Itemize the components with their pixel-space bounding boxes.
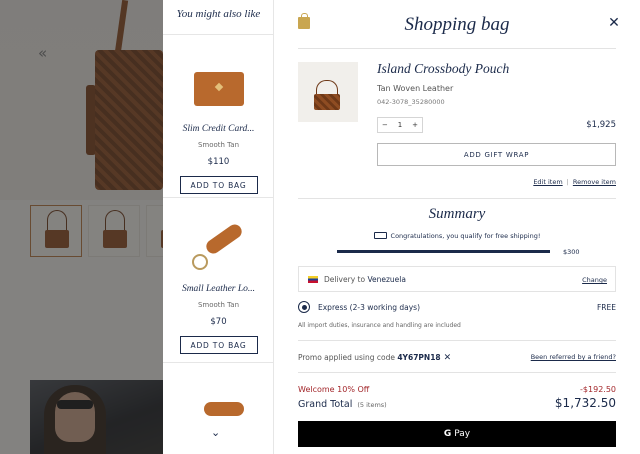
close-icon[interactable]: ✕ [608,16,620,30]
product-material: Smooth Tan [197,301,240,309]
promo-code: 4Y67PN18 [397,353,441,362]
delivery-country-row: Delivery to Venezuela Change [298,266,616,292]
bag-item-price: $1,925 [586,120,616,130]
chevron-down-icon[interactable]: ⌄ [211,426,220,439]
product-image-key-fob[interactable] [184,218,254,278]
divider [298,340,616,341]
promo-row: Promo applied using code 4Y67PN18 ✕ [298,353,452,363]
shipping-threshold: $300 [563,248,580,256]
recommendations-panel: You might also like Slim Credit Card... … [163,0,274,454]
recommendation-card[interactable]: Small Leather Lo... Smooth Tan $70 ADD T… [163,218,274,354]
shipping-method[interactable]: Express (2-3 working days) [318,303,420,312]
divider [163,34,274,35]
remove-promo-icon[interactable]: ✕ [444,353,452,363]
remove-item-link[interactable]: Remove item [573,178,616,186]
add-to-bag-button[interactable]: ADD TO BAG [179,176,258,194]
google-g-logo: G [443,429,452,439]
quantity-value: 1 [397,121,403,129]
bag-item-name[interactable]: Island Crossbody Pouch [377,61,509,77]
quantity-stepper[interactable]: − 1 + [377,117,423,133]
recommendation-card[interactable] [163,398,274,418]
divider [298,198,616,199]
summary-title: Summary [428,206,486,222]
duties-note: All import duties, insurance and handlin… [298,322,461,329]
delivery-prefix: Delivery to [324,275,366,284]
truck-icon [373,232,387,239]
recommendations-heading: You might also like [176,8,261,20]
divider [298,48,616,49]
product-price: $70 [210,317,227,327]
product-name[interactable]: Small Leather Lo... [163,284,274,294]
change-country-link[interactable]: Change [582,276,607,284]
venezuela-flag-icon [308,276,318,283]
add-gift-wrap-button[interactable]: ADD GIFT WRAP [377,143,616,166]
modal-overlay[interactable] [0,0,163,454]
free-shipping-note: Congratulations, you qualify for free sh… [274,232,640,240]
product-material: Smooth Tan [197,141,240,149]
divider [163,362,274,363]
referral-link[interactable]: Been referred by a friend? [514,353,616,361]
grand-total-amount: $1,732.50 [554,396,616,410]
discount-amount: -$192.50 [580,385,616,394]
delivery-country: Venezuela [367,275,406,284]
shopping-bag-panel: Shopping bag ✕ Island Crossbody Pouch Ta… [274,0,640,454]
product-image-pouch[interactable] [184,398,254,418]
discount-label: Welcome 10% Off [298,385,370,394]
shipping-cost: FREE [596,303,616,312]
product-name[interactable]: Slim Credit Card... [163,124,274,134]
bag-item-image[interactable] [298,62,358,122]
product-image-card-holder[interactable] [184,58,254,118]
add-to-bag-button[interactable]: ADD TO BAG [179,336,258,354]
item-count: (5 items) [357,401,387,409]
divider [163,197,274,198]
shipping-progress-fill [337,250,550,253]
google-pay-button[interactable]: G Pay [298,421,616,447]
item-actions: Edit item | Remove item [533,178,616,186]
divider [298,372,616,373]
radio-selected-icon[interactable] [298,301,310,313]
bag-title: Shopping bag [404,14,510,35]
shipping-progress-bar [337,250,550,253]
product-price: $110 [207,157,230,167]
recommendation-card[interactable]: Slim Credit Card... Smooth Tan $110 ADD … [163,58,274,194]
decrease-button[interactable]: − [382,121,388,129]
increase-button[interactable]: + [412,121,418,129]
grand-total-label: Grand Total (5 items) [298,399,387,410]
edit-item-link[interactable]: Edit item [533,178,562,186]
bag-item-sku: 042-3078_35280000 [377,98,445,106]
bag-item-material: Tan Woven Leather [377,84,454,93]
